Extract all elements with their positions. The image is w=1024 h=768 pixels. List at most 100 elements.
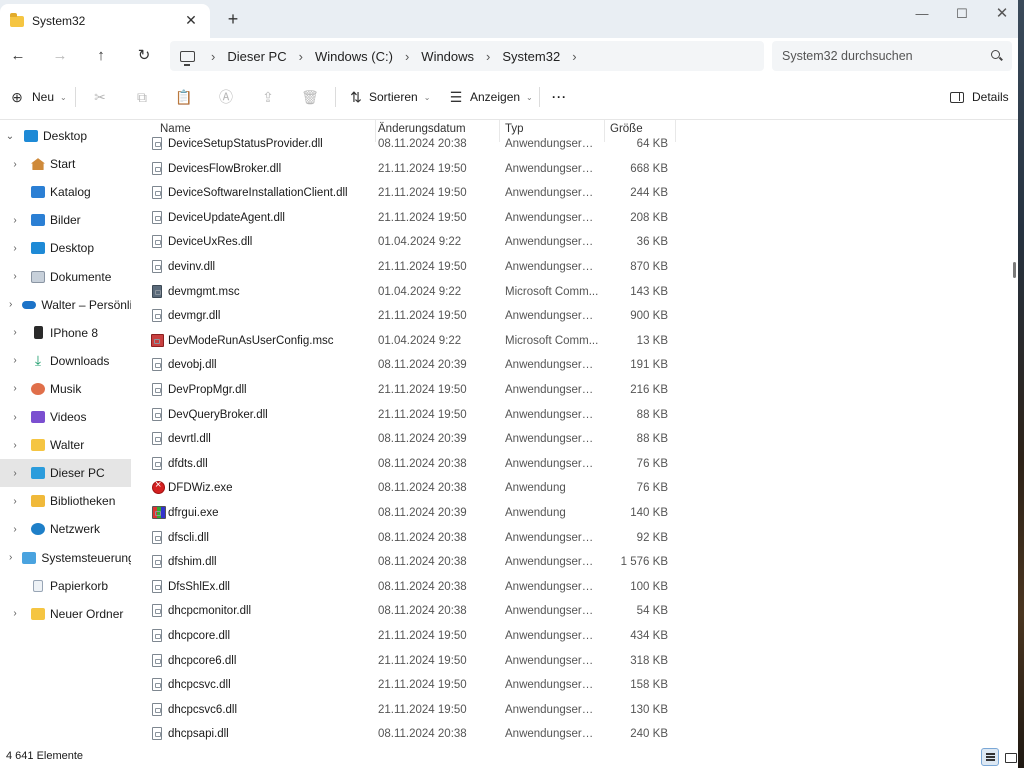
breadcrumb-drive-c[interactable]: Windows (C:) <box>315 49 393 64</box>
chevron-right-icon[interactable]: › <box>9 159 21 170</box>
file-row[interactable]: DevicesFlowBroker.dll 21.11.2024 19:50 Anw… <box>148 157 678 181</box>
breadcrumb-windows[interactable]: Windows <box>421 49 474 64</box>
file-row[interactable]: DevQueryBroker.dll 21.11.2024 19:50 Anwend… <box>148 403 678 427</box>
chevron-right-icon[interactable]: › <box>9 552 12 563</box>
chevron-right-icon[interactable]: › <box>299 49 303 64</box>
tab-close-button[interactable]: ✕ <box>182 12 200 29</box>
chevron-right-icon[interactable]: › <box>9 608 21 619</box>
chevron-right-icon[interactable]: › <box>9 299 12 310</box>
chevron-right-icon[interactable]: › <box>9 412 21 423</box>
dll-file-icon <box>152 629 162 642</box>
sidebar-item[interactable]: › IPhone 8 <box>0 319 131 347</box>
file-row[interactable]: devmgmt.msc 01.04.2024 9:22 Microsoft Comm… <box>148 280 678 304</box>
file-row[interactable]: dhcpcsvc.dll 21.11.2024 19:50 Anwendungser… <box>148 673 678 697</box>
chevron-right-icon[interactable]: › <box>9 383 21 394</box>
file-row[interactable]: dhcpcore6.dll 21.11.2024 19:50 Anwendungse… <box>148 649 678 673</box>
chevron-right-icon[interactable]: › <box>9 440 21 451</box>
chevron-right-icon[interactable]: › <box>9 215 21 226</box>
breadcrumb[interactable]: › Dieser PC › Windows (C:) › Windows › S… <box>170 41 764 71</box>
cut-button[interactable]: ✂ <box>91 86 109 108</box>
new-button[interactable]: ⊕ Neu ⌄ <box>8 86 67 108</box>
file-row[interactable]: DfsShlEx.dll 08.11.2024 20:38 Anwendungser… <box>148 575 678 599</box>
file-row[interactable]: dfshim.dll 08.11.2024 20:38 Anwendungserwe… <box>148 550 678 574</box>
file-row[interactable]: DFDWiz.exe 08.11.2024 20:38 Anwendung 76 KB <box>148 476 678 500</box>
sidebar-item[interactable]: › Netzwerk <box>0 515 131 543</box>
up-button[interactable]: ↑ <box>89 44 113 68</box>
sidebar-item[interactable]: › Bibliotheken <box>0 487 131 515</box>
file-row[interactable]: dhcpcore.dll 21.11.2024 19:50 Anwendungser… <box>148 624 678 648</box>
search-box[interactable] <box>772 41 1012 71</box>
file-row[interactable]: dfrgui.exe 08.11.2024 20:39 Anwendung 140 K… <box>148 501 678 525</box>
sidebar-item[interactable]: › Desktop <box>0 234 131 262</box>
sidebar-item[interactable]: › Dieser PC <box>0 459 131 488</box>
paste-button[interactable]: 📋 <box>175 86 193 108</box>
new-tab-button[interactable]: + <box>224 9 242 30</box>
chevron-right-icon[interactable]: › <box>572 49 576 64</box>
file-date: 21.11.2024 19:50 <box>378 630 467 642</box>
forward-button[interactable]: → <box>48 44 72 68</box>
close-window-button[interactable]: ✕ <box>982 3 1022 29</box>
sidebar-item[interactable]: ⌄ Desktop <box>0 122 131 150</box>
details-view-button[interactable] <box>981 748 999 766</box>
chevron-right-icon[interactable]: › <box>9 524 21 535</box>
chevron-right-icon[interactable]: › <box>405 49 409 64</box>
copy-button[interactable]: ⧉ <box>133 86 151 108</box>
more-options-button[interactable]: ··· <box>552 86 567 108</box>
share-button[interactable]: ⇪ <box>259 86 277 108</box>
rename-button[interactable]: Ⓐ <box>217 86 235 108</box>
chevron-right-icon[interactable]: › <box>211 49 215 64</box>
file-row[interactable]: devrtl.dll 08.11.2024 20:39 Anwendungserwe… <box>148 427 678 451</box>
sidebar-item[interactable]: › Walter <box>0 431 131 459</box>
search-input[interactable] <box>782 49 982 63</box>
sidebar-item[interactable]: › Neuer Ordner <box>0 600 131 628</box>
file-row[interactable]: devobj.dll 08.11.2024 20:39 Anwendungserwe… <box>148 353 678 377</box>
view-button[interactable]: ☰ Anzeigen ⌄ <box>447 86 533 108</box>
file-row[interactable]: devinv.dll 21.11.2024 19:50 Anwendungserwe… <box>148 255 678 279</box>
chevron-right-icon[interactable]: › <box>9 496 21 507</box>
sidebar-item[interactable]: › Walter – Persönlic <box>0 291 131 319</box>
file-row[interactable]: devmgr.dll 21.11.2024 19:50 Anwendungserwe… <box>148 304 678 328</box>
file-row[interactable]: DeviceSoftwareInstallationClient.dll 21.1… <box>148 181 678 205</box>
file-row[interactable]: dhcpsapi.dll 08.11.2024 20:38 Anwendungser… <box>148 722 678 745</box>
file-row[interactable]: DevPropMgr.dll 21.11.2024 19:50 Anwendungs… <box>148 378 678 402</box>
chevron-right-icon[interactable]: › <box>9 327 21 338</box>
sidebar-item[interactable]: Katalog <box>0 178 131 206</box>
file-type: Anwendungserwe... <box>505 703 601 716</box>
tab-system32[interactable]: System32 ✕ <box>0 4 210 38</box>
chevron-right-icon[interactable]: › <box>9 355 21 366</box>
sidebar-item[interactable]: Papierkorb <box>0 572 131 600</box>
sidebar-item[interactable]: › Videos <box>0 403 131 431</box>
file-row[interactable]: DevModeRunAsUserConfig.msc 01.04.2024 9:2… <box>148 329 678 353</box>
chevron-right-icon[interactable]: › <box>486 49 490 64</box>
file-row[interactable]: dfdts.dll 08.11.2024 20:38 Anwendungserwe.… <box>148 452 678 476</box>
refresh-button[interactable]: ↻ <box>132 44 156 68</box>
chevron-right-icon[interactable]: › <box>9 243 21 254</box>
file-row[interactable]: dhcpcmonitor.dll 08.11.2024 20:38 Anwendun… <box>148 599 678 623</box>
file-row[interactable]: DeviceUxRes.dll 01.04.2024 9:22 Anwendungs… <box>148 230 678 254</box>
sidebar-item[interactable]: › Systemsteuerung <box>0 544 131 572</box>
chevron-right-icon[interactable]: › <box>9 468 21 479</box>
sidebar-item[interactable]: › Musik <box>0 375 131 403</box>
breadcrumb-this-pc[interactable]: Dieser PC <box>227 49 286 64</box>
details-pane-button[interactable]: Details <box>950 86 1009 108</box>
sort-button[interactable]: ⇅ Sortieren ⌄ <box>347 86 430 108</box>
maximize-button[interactable]: ☐ <box>942 3 982 29</box>
sidebar-item[interactable]: › ⤓ Downloads <box>0 347 131 375</box>
file-type: Anwendungserwe... <box>505 679 601 692</box>
sidebar-item[interactable]: › Dokumente <box>0 263 131 291</box>
search-icon[interactable] <box>991 50 1000 59</box>
breadcrumb-system32[interactable]: System32 <box>502 49 560 64</box>
sidebar-item[interactable]: › Bilder <box>0 206 131 234</box>
file-row[interactable]: dhcpcsvc6.dll 21.11.2024 19:50 Anwendungse… <box>148 698 678 722</box>
delete-button[interactable]: 🗑 <box>301 86 319 108</box>
sidebar-item[interactable]: › Start <box>0 150 131 178</box>
chevron-down-icon[interactable]: ⌄ <box>4 131 16 142</box>
file-row[interactable]: dfscli.dll 08.11.2024 20:38 Anwendungserwe… <box>148 526 678 550</box>
file-row[interactable]: DeviceUpdateAgent.dll 21.11.2024 19:50 Anw… <box>148 206 678 230</box>
chevron-right-icon[interactable]: › <box>9 271 21 282</box>
tiles-view-button[interactable] <box>1001 748 1019 766</box>
back-button[interactable]: ← <box>6 44 30 68</box>
vertical-scrollbar-thumb[interactable] <box>1013 262 1016 278</box>
file-row[interactable]: DeviceSetupStatusProvider.dll 08.11.2024 … <box>148 132 678 156</box>
minimize-button[interactable]: — <box>902 3 942 29</box>
